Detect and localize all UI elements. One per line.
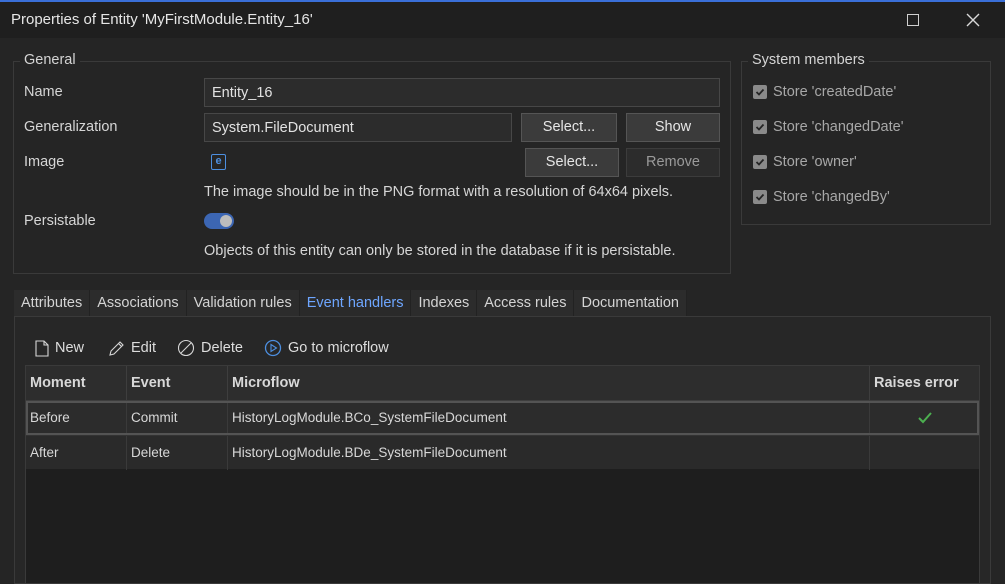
checkbox-label: Store 'changedBy' [773,189,890,205]
new-label: New [55,340,85,356]
go-to-microflow-button[interactable]: Go to microflow [264,337,389,359]
checkmark-icon [753,190,767,204]
cell-raises-error [870,436,979,470]
table-row[interactable]: Before Commit HistoryLogModule.BCo_Syste… [26,401,979,435]
image-format-note: The image should be in the PNG format wi… [204,184,674,200]
generalization-label: Generalization [24,119,118,135]
cell-event: Delete [127,436,228,470]
event-handlers-table: Moment Event Microflow Raises error Befo… [25,365,980,584]
window-title: Properties of Entity 'MyFirstModule.Enti… [11,11,313,28]
maximize-button[interactable] [890,2,936,38]
delete-button[interactable]: Delete [177,337,243,359]
checkbox-label: Store 'createdDate' [773,84,897,100]
entity-image-icon[interactable]: e [211,154,226,170]
generalization-field: System.FileDocument [204,113,512,142]
pencil-icon [109,340,124,356]
selected-row-outline [26,401,979,435]
tab-associations[interactable]: Associations [90,290,187,316]
system-members-legend: System members [748,52,869,68]
tab-event-handlers[interactable]: Event handlers [299,290,412,316]
cell-microflow: HistoryLogModule.BDe_SystemFileDocument [228,436,870,470]
cell-moment: After [26,436,127,470]
tab-indexes[interactable]: Indexes [411,290,478,316]
tab-bar: Attributes Associations Validation rules… [14,290,687,316]
checkmark-icon [753,85,767,99]
checkmark-icon [753,155,767,169]
play-circle-icon [264,339,282,357]
close-icon [966,13,980,27]
persistable-toggle[interactable] [204,213,234,229]
go-to-microflow-label: Go to microflow [288,340,389,356]
general-legend: General [20,52,80,68]
persistable-note: Objects of this entity can only be store… [204,243,676,259]
table-row[interactable]: After Delete HistoryLogModule.BDe_System… [26,435,979,470]
toggle-knob [220,215,232,227]
generalization-select-button[interactable]: Select... [521,113,617,142]
image-remove-button[interactable]: Remove [626,148,720,177]
checkbox-label: Store 'changedDate' [773,119,904,135]
maximize-icon [907,14,919,26]
checkbox-label: Store 'owner' [773,154,857,170]
edit-button[interactable]: Edit [108,337,156,359]
column-header-moment[interactable]: Moment [26,366,127,401]
store-changeddate-checkbox[interactable]: Store 'changedDate' [753,119,904,135]
delete-icon [177,339,195,357]
store-changedby-checkbox[interactable]: Store 'changedBy' [753,189,890,205]
tab-access-rules[interactable]: Access rules [477,290,575,316]
column-header-event[interactable]: Event [127,366,228,401]
generalization-show-button[interactable]: Show [626,113,720,142]
name-label: Name [24,84,63,100]
name-field[interactable]: Entity_16 [204,78,720,107]
tab-attributes[interactable]: Attributes [14,290,91,316]
persistable-label: Persistable [24,213,96,229]
image-label: Image [24,154,65,170]
column-header-microflow[interactable]: Microflow [228,366,870,401]
tab-documentation[interactable]: Documentation [574,290,687,316]
image-select-button[interactable]: Select... [525,148,619,177]
checkmark-icon [753,120,767,134]
delete-label: Delete [201,340,243,356]
tab-validation-rules[interactable]: Validation rules [186,290,300,316]
edit-label: Edit [131,340,156,356]
column-header-raises-error[interactable]: Raises error [870,366,979,401]
new-button[interactable]: New [35,337,84,359]
close-button[interactable] [950,2,996,38]
store-createddate-checkbox[interactable]: Store 'createdDate' [753,84,896,100]
store-owner-checkbox[interactable]: Store 'owner' [753,154,857,170]
new-document-icon [35,339,49,357]
